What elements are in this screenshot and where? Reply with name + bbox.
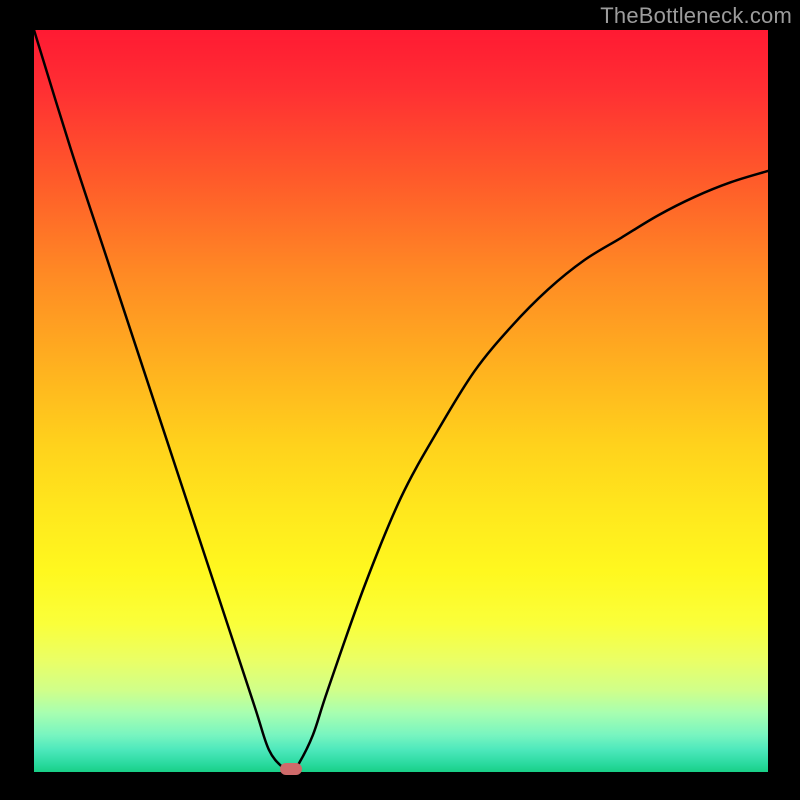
- bottleneck-curve: [34, 30, 768, 772]
- plot-area: [34, 30, 768, 772]
- chart-frame: TheBottleneck.com: [0, 0, 800, 800]
- watermark-text: TheBottleneck.com: [600, 3, 792, 29]
- optimal-marker: [280, 763, 302, 775]
